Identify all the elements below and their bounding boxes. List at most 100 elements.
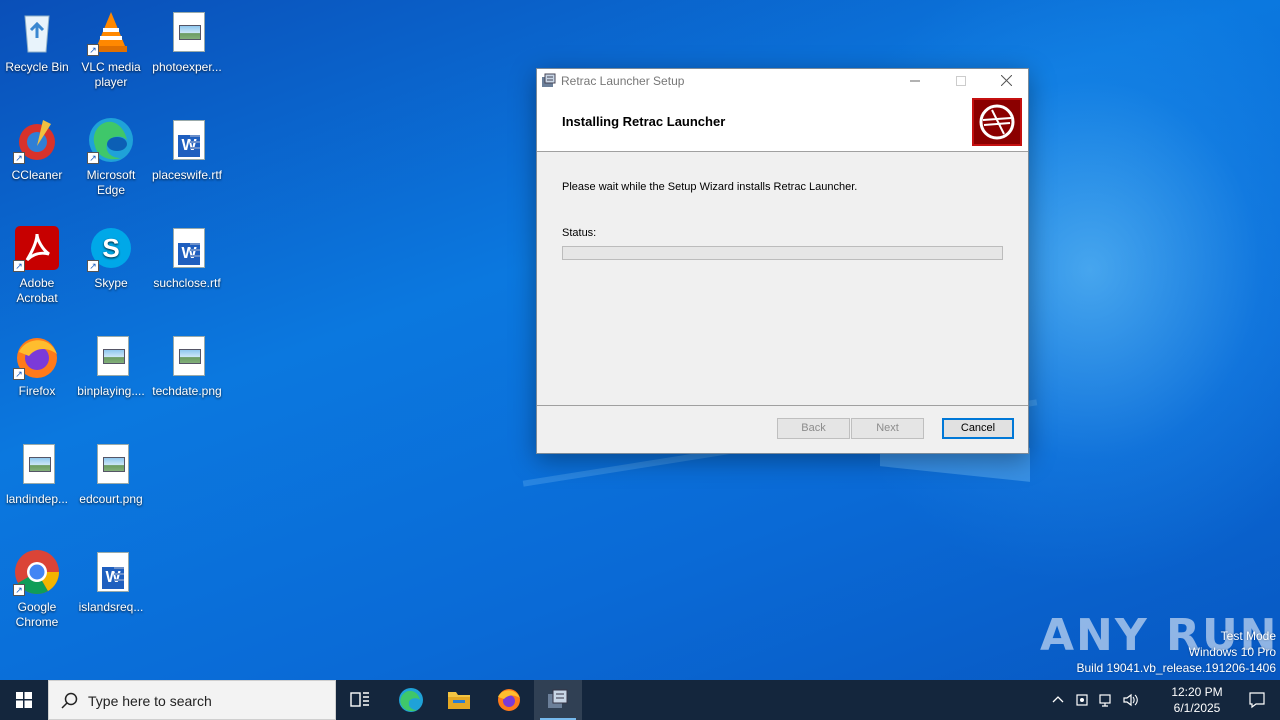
taskbar-search-box[interactable]: Type here to search xyxy=(48,680,336,720)
wizard-title: Installing Retrac Launcher xyxy=(562,114,726,129)
clock-time: 12:20 PM xyxy=(1171,685,1223,699)
desktop-icon-binplaying[interactable]: binplaying.... xyxy=(73,332,149,399)
taskbar-firefox[interactable] xyxy=(485,680,533,720)
firefox-icon xyxy=(498,689,520,711)
close-button[interactable] xyxy=(983,69,1029,93)
desktop-icon-label: placeswife.rtf xyxy=(151,168,223,182)
recycle-bin-icon xyxy=(13,8,61,56)
desktop-icon-label: CCleaner xyxy=(11,168,63,182)
windows-logo-icon xyxy=(16,692,32,708)
ccleaner-icon: ↗ xyxy=(13,116,61,164)
status-label: Status: xyxy=(562,227,597,239)
desktop-icon-recycle-bin[interactable]: Recycle Bin xyxy=(0,8,75,75)
desktop-icon-placeswife[interactable]: W placeswife.rtf xyxy=(149,116,225,183)
word-document-icon: W xyxy=(87,548,135,596)
chevron-up-icon xyxy=(1052,696,1064,703)
desktop-icon-vlc[interactable]: ↗ VLC media player xyxy=(73,8,149,90)
desktop-icon-label: edcourt.png xyxy=(79,492,143,506)
desktop-icon-label: landindep... xyxy=(5,492,69,506)
minimize-icon xyxy=(910,80,920,82)
progress-bar xyxy=(562,246,1003,260)
wizard-message: Please wait while the Setup Wizard insta… xyxy=(562,181,858,193)
desktop-icon-label: Recycle Bin xyxy=(5,60,69,74)
watermark-line: Build 19041.vb_release.191206-1406 xyxy=(1076,661,1277,675)
shortcut-arrow-icon: ↗ xyxy=(13,260,25,272)
desktop-icon-edcourt[interactable]: edcourt.png xyxy=(73,440,149,507)
word-document-icon: W xyxy=(163,116,211,164)
tray-app-icon[interactable] xyxy=(1074,692,1090,713)
taskbar-edge[interactable] xyxy=(387,680,435,720)
image-file-icon xyxy=(87,440,135,488)
desktop-icon-landindep[interactable]: landindep... xyxy=(0,440,75,507)
desktop-icon-adobe-acrobat[interactable]: ↗ Adobe Acrobat xyxy=(0,224,75,306)
taskbar: Type here to search 12:20 PM 6/1/2025 xyxy=(0,680,1280,720)
desktop-icon-skype[interactable]: S ↗ Skype xyxy=(73,224,149,291)
speaker-icon xyxy=(1123,693,1138,707)
windows-test-mode-watermark: Test Mode Windows 10 Pro Build 19041.vb_… xyxy=(1077,628,1277,676)
maximize-icon xyxy=(956,76,966,86)
minimize-button[interactable] xyxy=(892,69,938,93)
wizard-header: Installing Retrac Launcher xyxy=(537,93,1028,152)
skype-icon: S ↗ xyxy=(87,224,135,272)
desktop-icon-label: VLC media player xyxy=(81,60,141,89)
notification-icon xyxy=(1249,692,1265,709)
edge-icon xyxy=(399,688,423,712)
desktop-icon-label: Google Chrome xyxy=(15,600,59,629)
shortcut-arrow-icon: ↗ xyxy=(87,44,99,56)
cancel-button[interactable]: Cancel xyxy=(942,418,1014,439)
start-button[interactable] xyxy=(0,680,48,720)
shortcut-arrow-icon: ↗ xyxy=(13,368,25,380)
network-button[interactable] xyxy=(1098,692,1114,713)
word-document-icon: W xyxy=(163,224,211,272)
desktop-icon-firefox[interactable]: ↗ Firefox xyxy=(0,332,75,399)
clock-date: 6/1/2025 xyxy=(1173,701,1221,715)
desktop-icon-label: Microsoft Edge xyxy=(86,168,136,197)
taskbar-installer[interactable] xyxy=(534,680,582,720)
action-center-button[interactable] xyxy=(1248,691,1266,714)
desktop-icon-label: binplaying.... xyxy=(77,384,145,398)
image-file-icon xyxy=(163,8,211,56)
shortcut-arrow-icon: ↗ xyxy=(13,584,25,596)
maximize-button xyxy=(938,69,984,93)
window-title: Retrac Launcher Setup xyxy=(561,74,685,88)
desktop-icon-islandsreq[interactable]: W islandsreq... xyxy=(73,548,149,615)
system-tray: 12:20 PM 6/1/2025 xyxy=(1050,680,1280,720)
network-icon xyxy=(1099,694,1111,707)
taskbar-clock[interactable]: 12:20 PM 6/1/2025 xyxy=(1162,684,1232,716)
desktop-icon-label: photoexper... xyxy=(152,60,222,74)
acrobat-icon: ↗ xyxy=(13,224,61,272)
desktop-icon-label: islandsreq... xyxy=(78,600,144,614)
next-button[interactable]: Next xyxy=(851,418,924,439)
show-hidden-icons-button[interactable] xyxy=(1050,692,1066,713)
window-titlebar[interactable]: Retrac Launcher Setup xyxy=(537,69,1028,93)
back-button[interactable]: Back xyxy=(777,418,850,439)
task-view-button[interactable] xyxy=(336,680,384,720)
taskbar-file-explorer[interactable] xyxy=(435,680,483,720)
desktop-icon-label: techdate.png xyxy=(152,384,222,398)
vlc-icon: ↗ xyxy=(87,8,135,56)
desktop-icon-suchclose[interactable]: W suchclose.rtf xyxy=(149,224,225,291)
chrome-icon: ↗ xyxy=(13,548,61,596)
folder-icon xyxy=(448,692,470,709)
installer-window: Retrac Launcher Setup Installing Retrac … xyxy=(536,68,1029,454)
desktop-icon-microsoft-edge[interactable]: ↗ Microsoft Edge xyxy=(73,116,149,198)
watermark-line: Test Mode xyxy=(1220,629,1276,643)
desktop-icon-ccleaner[interactable]: ↗ CCleaner xyxy=(0,116,75,183)
desktop-icon-google-chrome[interactable]: ↗ Google Chrome xyxy=(0,548,75,630)
search-placeholder: Type here to search xyxy=(88,693,212,709)
image-file-icon xyxy=(13,440,61,488)
desktop-icon-photoexper[interactable]: photoexper... xyxy=(149,8,225,75)
close-icon xyxy=(1000,74,1012,87)
firefox-icon: ↗ xyxy=(13,332,61,380)
footer-divider xyxy=(537,405,1028,406)
desktop-icon-label: suchclose.rtf xyxy=(153,276,221,290)
installer-app-icon xyxy=(541,73,557,89)
image-file-icon xyxy=(163,332,211,380)
shortcut-arrow-icon: ↗ xyxy=(13,152,25,164)
desktop-icon-techdate[interactable]: techdate.png xyxy=(149,332,225,399)
edge-icon: ↗ xyxy=(87,116,135,164)
search-icon xyxy=(61,692,78,709)
desktop-icon-label: Adobe Acrobat xyxy=(16,276,58,305)
volume-button[interactable] xyxy=(1122,692,1138,713)
tray-device-icon xyxy=(1076,694,1088,706)
